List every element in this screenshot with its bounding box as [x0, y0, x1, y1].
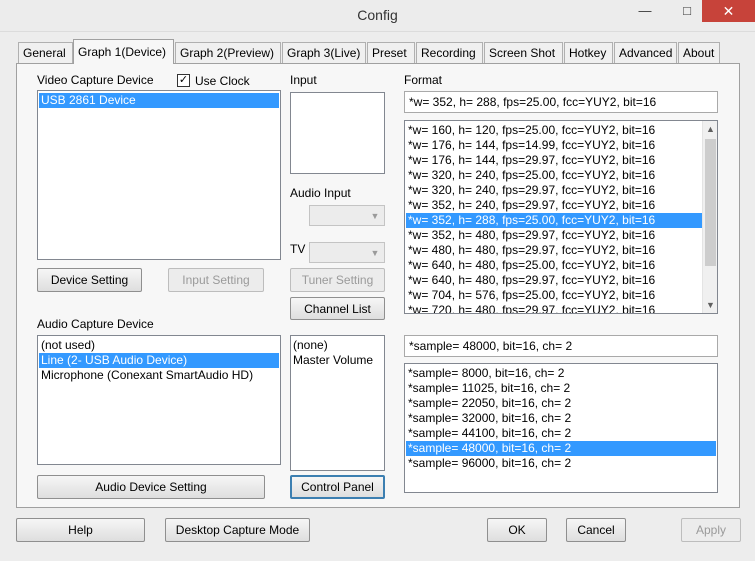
- list-item[interactable]: *sample= 48000, bit=16, ch= 2: [406, 441, 716, 456]
- format-list[interactable]: *w= 160, h= 120, fps=25.00, fcc=YUY2, bi…: [404, 120, 718, 314]
- format-label: Format: [404, 73, 443, 87]
- audio-input-label: Audio Input: [290, 186, 351, 200]
- tab-recording[interactable]: Recording: [416, 42, 483, 63]
- list-item[interactable]: *sample= 8000, bit=16, ch= 2: [406, 366, 716, 381]
- list-item[interactable]: *w= 704, h= 576, fps=25.00, fcc=YUY2, bi…: [406, 288, 702, 303]
- tuner-setting-button[interactable]: Tuner Setting: [290, 268, 385, 292]
- scroll-up-icon[interactable]: ▲: [703, 121, 717, 137]
- cancel-button[interactable]: Cancel: [566, 518, 626, 542]
- list-item[interactable]: *w= 320, h= 240, fps=29.97, fcc=YUY2, bi…: [406, 183, 702, 198]
- list-item[interactable]: *w= 352, h= 288, fps=25.00, fcc=YUY2, bi…: [406, 213, 702, 228]
- tab-advanced[interactable]: Advanced: [614, 42, 677, 63]
- list-item[interactable]: *w= 480, h= 480, fps=29.97, fcc=YUY2, bi…: [406, 243, 702, 258]
- list-item[interactable]: *w= 720, h= 480, fps=29.97, fcc=YUY2, bi…: [406, 303, 702, 313]
- list-item[interactable]: USB 2861 Device: [39, 93, 279, 108]
- list-item[interactable]: *w= 176, h= 144, fps=14.99, fcc=YUY2, bi…: [406, 138, 702, 153]
- tv-select[interactable]: ▼: [309, 242, 385, 263]
- list-item[interactable]: *sample= 32000, bit=16, ch= 2: [406, 411, 716, 426]
- use-clock-label: Use Clock: [195, 74, 250, 88]
- device-setting-button[interactable]: Device Setting: [37, 268, 142, 292]
- channel-list-button[interactable]: Channel List: [290, 297, 385, 320]
- tab-preset[interactable]: Preset: [367, 42, 415, 63]
- list-item[interactable]: *w= 320, h= 240, fps=25.00, fcc=YUY2, bi…: [406, 168, 702, 183]
- list-item[interactable]: Master Volume: [291, 353, 384, 368]
- audio-format-current-field[interactable]: *sample= 48000, bit=16, ch= 2: [404, 335, 718, 357]
- list-item[interactable]: *w= 352, h= 480, fps=29.97, fcc=YUY2, bi…: [406, 228, 702, 243]
- list-item[interactable]: Line (2- USB Audio Device): [39, 353, 279, 368]
- chevron-down-icon: ▼: [370, 211, 380, 221]
- list-item[interactable]: *w= 352, h= 240, fps=29.97, fcc=YUY2, bi…: [406, 198, 702, 213]
- audio-input-select[interactable]: ▼: [309, 205, 385, 226]
- tab-screen-shot[interactable]: Screen Shot: [484, 42, 563, 63]
- tab-graph3-live[interactable]: Graph 3(Live): [282, 42, 366, 63]
- input-list[interactable]: [290, 92, 385, 174]
- scroll-down-icon[interactable]: ▼: [703, 297, 717, 313]
- list-item[interactable]: (not used): [39, 338, 279, 353]
- list-item[interactable]: (none): [291, 338, 384, 353]
- list-item[interactable]: *w= 640, h= 480, fps=29.97, fcc=YUY2, bi…: [406, 273, 702, 288]
- ok-button[interactable]: OK: [487, 518, 547, 542]
- help-button[interactable]: Help: [16, 518, 145, 542]
- format-current-field[interactable]: *w= 352, h= 288, fps=25.00, fcc=YUY2, bi…: [404, 91, 718, 113]
- list-item[interactable]: *w= 640, h= 480, fps=25.00, fcc=YUY2, bi…: [406, 258, 702, 273]
- tab-graph2-preview[interactable]: Graph 2(Preview): [175, 42, 281, 63]
- list-item[interactable]: Microphone (Conexant SmartAudio HD): [39, 368, 279, 383]
- tab-hotkey[interactable]: Hotkey: [564, 42, 613, 63]
- list-item[interactable]: *sample= 22050, bit=16, ch= 2: [406, 396, 716, 411]
- scroll-thumb[interactable]: [705, 139, 716, 266]
- audio-capture-label: Audio Capture Device: [37, 317, 154, 331]
- use-clock-checkbox[interactable]: ✓: [177, 74, 190, 87]
- tab-general[interactable]: General: [18, 42, 73, 63]
- control-panel-button[interactable]: Control Panel: [290, 475, 385, 499]
- tv-label: TV: [290, 242, 306, 256]
- list-item[interactable]: *sample= 96000, bit=16, ch= 2: [406, 456, 716, 471]
- minimize-icon[interactable]: —: [634, 1, 656, 23]
- close-icon[interactable]: ✕: [702, 0, 755, 22]
- chevron-down-icon: ▼: [370, 248, 380, 258]
- list-item[interactable]: *w= 176, h= 144, fps=29.97, fcc=YUY2, bi…: [406, 153, 702, 168]
- format-scrollbar[interactable]: ▲ ▼: [702, 121, 717, 313]
- input-label: Input: [290, 73, 317, 87]
- list-item[interactable]: *sample= 11025, bit=16, ch= 2: [406, 381, 716, 396]
- mixer-list[interactable]: (none) Master Volume: [290, 335, 385, 471]
- tab-graph1-device[interactable]: Graph 1(Device): [73, 39, 174, 64]
- audio-device-list[interactable]: (not used) Line (2- USB Audio Device) Micr…: [37, 335, 281, 465]
- input-setting-button[interactable]: Input Setting: [168, 268, 264, 292]
- apply-button[interactable]: Apply: [681, 518, 741, 542]
- tab-about[interactable]: About: [678, 42, 720, 63]
- maximize-icon[interactable]: □: [676, 1, 698, 23]
- list-item[interactable]: *w= 160, h= 120, fps=25.00, fcc=YUY2, bi…: [406, 123, 702, 138]
- audio-device-setting-button[interactable]: Audio Device Setting: [37, 475, 265, 499]
- list-item[interactable]: *sample= 44100, bit=16, ch= 2: [406, 426, 716, 441]
- video-device-list[interactable]: USB 2861 Device: [37, 90, 281, 260]
- audio-format-list[interactable]: *sample= 8000, bit=16, ch= 2 *sample= 110…: [404, 363, 718, 493]
- video-capture-label: Video Capture Device: [37, 73, 154, 87]
- desktop-capture-mode-button[interactable]: Desktop Capture Mode: [165, 518, 310, 542]
